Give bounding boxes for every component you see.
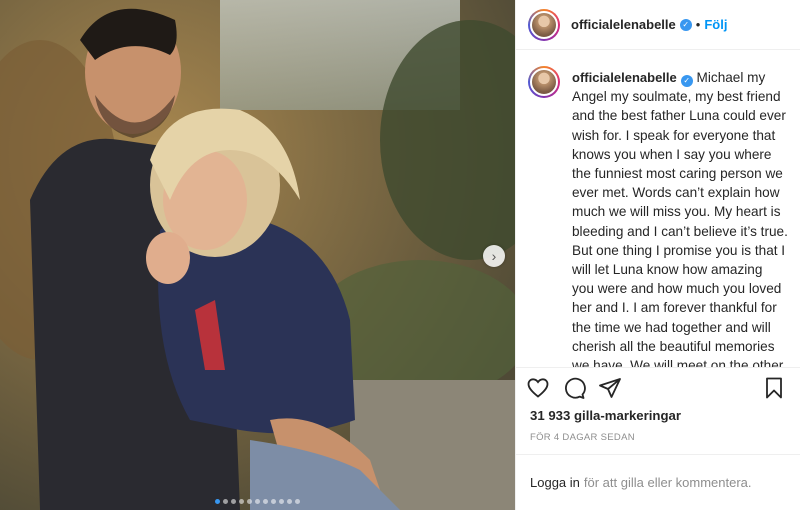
caption-area: officialelenabelle ✓ Michael my Angel my … [516, 50, 800, 368]
carousel-dot [231, 499, 236, 504]
carousel-dot [215, 499, 220, 504]
chevron-right-icon: › [491, 248, 497, 264]
caption-body: Michael my Angel my soulmate, my best fr… [572, 70, 788, 368]
login-link[interactable]: Logga in [530, 475, 580, 490]
caption-username[interactable]: officialelenabelle [572, 70, 677, 85]
carousel-dot [295, 499, 300, 504]
verified-badge-icon: ✓ [679, 18, 692, 31]
carousel-dot [247, 499, 252, 504]
carousel-dot [255, 499, 260, 504]
carousel-dot [239, 499, 244, 504]
photo-illustration [0, 0, 515, 510]
instagram-post: › officialelenabelle ✓ • Följ officialel… [0, 0, 800, 510]
post-photo[interactable]: › [0, 0, 515, 510]
carousel-dot [287, 499, 292, 504]
follow-button[interactable]: Följ [704, 17, 727, 32]
carousel-indicator [0, 499, 515, 504]
post-sidebar: officialelenabelle ✓ • Följ officialelen… [515, 0, 800, 510]
caption-text-block: officialelenabelle ✓ Michael my Angel my … [572, 68, 788, 367]
carousel-dot [223, 499, 228, 504]
action-bar [516, 368, 800, 408]
carousel-dot [271, 499, 276, 504]
heart-icon[interactable] [526, 376, 550, 400]
login-prompt-text: för att gilla eller kommentera. [583, 475, 752, 490]
comment-icon[interactable] [562, 376, 586, 400]
carousel-next-button[interactable]: › [483, 245, 505, 267]
share-icon[interactable] [598, 376, 622, 400]
verified-badge-icon: ✓ [680, 74, 693, 87]
carousel-dot [263, 499, 268, 504]
header-username[interactable]: officialelenabelle [571, 17, 676, 32]
separator-dot: • [695, 17, 701, 32]
post-timestamp[interactable]: FÖR 4 DAGAR SEDAN [516, 428, 800, 454]
bookmark-icon[interactable] [762, 376, 786, 400]
post-header: officialelenabelle ✓ • Följ [516, 0, 800, 50]
avatar[interactable] [528, 8, 560, 41]
carousel-dot [279, 499, 284, 504]
caption-avatar[interactable] [528, 66, 560, 98]
login-prompt: Logga in för att gilla eller kommentera. [516, 454, 800, 510]
like-count[interactable]: 31 933 gilla-markeringar [516, 408, 800, 428]
